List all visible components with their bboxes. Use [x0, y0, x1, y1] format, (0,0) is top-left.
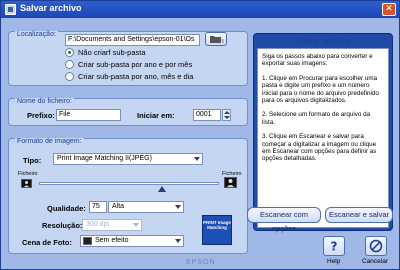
help-button[interactable]: ?: [323, 236, 345, 256]
file-size-small-label: Ficheiro: [18, 171, 38, 177]
window-title: Salvar archivo: [20, 3, 82, 13]
radio-dot: [65, 48, 74, 57]
help-step-2: 2. Selecione um formato de arquivo da li…: [262, 111, 371, 126]
start-number-label: Iniciar em:: [137, 111, 175, 120]
scene-value: Sem efeito: [95, 237, 129, 244]
location-section-label: Localização:: [15, 31, 58, 38]
help-button-label: Help: [327, 258, 341, 265]
quality-input[interactable]: 75: [89, 201, 107, 213]
app-icon: [5, 4, 16, 15]
scan-with-options-button[interactable]: Escanear com opções: [247, 207, 321, 233]
scene-dropdown[interactable]: Sem efeito: [80, 235, 184, 247]
radio-subfolder-year-month[interactable]: Criar sub-pasta por ano e por mês: [65, 60, 192, 69]
radio-dot: [65, 60, 74, 69]
prefix-label: Prefixo:: [27, 111, 55, 120]
radio-no-subfolder[interactable]: Não criarf sub-pasta: [65, 48, 146, 57]
scan-and-save-button[interactable]: Escanear e salvar: [325, 207, 393, 223]
radio-label: Não criarf sub-pasta: [78, 48, 146, 57]
help-text-area: Siga os passos abaixo para converter e e…: [257, 48, 389, 228]
cancel-icon: [369, 239, 383, 253]
radio-label: Criar sub-pasta por ano e por mês: [78, 60, 193, 69]
help-panel: Salvar archivo Siga os passos abaixo par…: [253, 33, 393, 231]
radio-subfolder-year-month-day[interactable]: Criar sub-pasta por ano, mês e dia: [65, 72, 193, 81]
title-bar: Salvar archivo ✕: [1, 1, 399, 18]
location-path-field[interactable]: F:\Documents and Settings\epson-01\Os: [65, 34, 200, 46]
type-value: Print Image Matching II(JPEG): [57, 155, 152, 162]
radio-dot: [65, 72, 74, 81]
chevron-down-icon: [133, 223, 139, 227]
close-button[interactable]: ✕: [382, 3, 396, 16]
quality-slider-thumb[interactable]: [158, 186, 166, 192]
resolution-label: Resolução:: [42, 221, 83, 230]
folder-icon: [210, 36, 224, 43]
location-panel: Localização: F:\Documents and Settings\e…: [8, 31, 248, 86]
chevron-down-icon: [175, 205, 181, 209]
start-number-input[interactable]: 0001: [193, 109, 221, 121]
filename-section-label: Nome do ficheiro:: [15, 98, 74, 105]
stepper-up-icon[interactable]: [224, 111, 230, 114]
small-image-icon: [21, 179, 32, 188]
type-label: Tipo:: [23, 156, 42, 165]
chevron-down-icon: [194, 157, 200, 161]
stepper-down-icon[interactable]: [224, 116, 230, 119]
resolution-dropdown[interactable]: 300 dpi: [82, 219, 142, 231]
filename-panel: Nome do ficheiro: Prefixo: File Iniciar …: [8, 98, 248, 126]
quality-label: Qualidade:: [47, 204, 86, 213]
format-panel: Formato de imagem: Tipo: Print Image Mat…: [8, 138, 248, 254]
pim-logo: PRINT Image Matching: [202, 215, 232, 245]
format-section-label: Formato de imagem:: [15, 138, 84, 145]
help-step-1: 1. Clique em Procurar para escolher uma …: [262, 74, 379, 105]
prefix-input[interactable]: File: [56, 109, 121, 121]
large-image-icon: [224, 177, 237, 188]
quality-slider-track[interactable]: [39, 182, 219, 185]
question-icon: ?: [331, 240, 338, 254]
help-title: Salvar archivo: [295, 37, 351, 46]
type-dropdown[interactable]: Print Image Matching II(JPEG): [53, 153, 203, 165]
resolution-value: 300 dpi: [86, 221, 109, 228]
radio-label: Criar sub-pasta por ano, mês e dia: [78, 72, 194, 81]
save-file-window: Salvar archivo ✕ Localização: F:\Documen…: [0, 0, 400, 270]
browse-folder-button[interactable]: [205, 32, 227, 46]
help-intro: Siga os passos abaixo para converter e e…: [262, 53, 373, 68]
quality-dropdown[interactable]: Alta: [108, 201, 184, 213]
cancel-button-label: Cancelar: [362, 258, 389, 265]
epson-brand-text: EPSON: [186, 259, 216, 266]
scene-image-icon: [83, 237, 92, 245]
start-number-stepper[interactable]: [222, 109, 231, 121]
cancel-button[interactable]: [365, 236, 387, 256]
scene-label: Cena de Foto:: [22, 238, 72, 247]
chevron-down-icon: [175, 239, 181, 243]
help-step-3: 3. Clique em Escanear e salvar para come…: [262, 133, 377, 163]
quality-option-value: Alta: [112, 203, 125, 210]
svg-text:?: ?: [331, 240, 338, 254]
